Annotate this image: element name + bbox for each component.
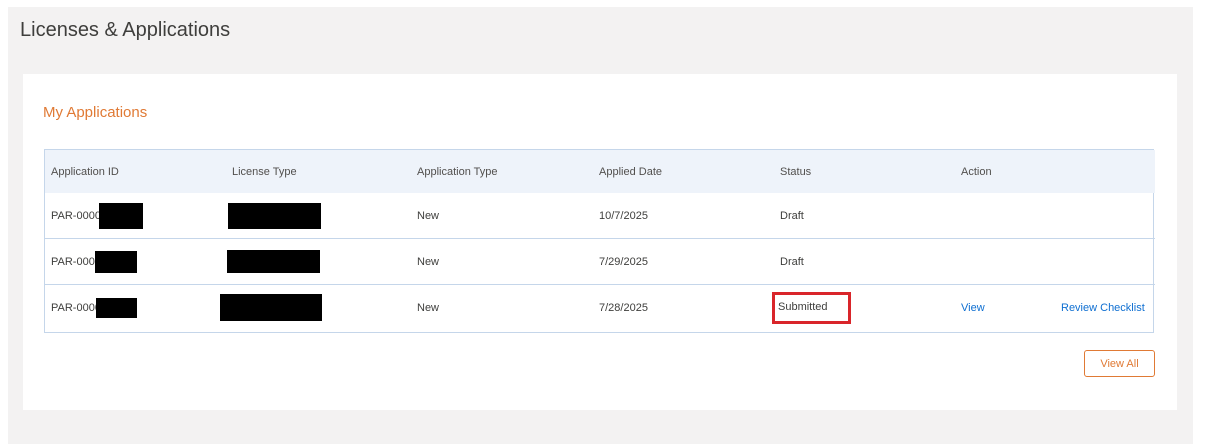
view-all-button[interactable]: View All	[1084, 350, 1155, 377]
application-type-cell: New	[411, 238, 593, 285]
review-checklist-link[interactable]: Review Checklist	[1061, 302, 1145, 314]
status-label: Submitted	[778, 300, 828, 313]
my-applications-card: My Applications Application ID License T…	[23, 74, 1177, 410]
table-row: PAR-0000 New 7/29/2025 Draft	[45, 238, 1156, 285]
status-cell: Draft	[774, 193, 955, 239]
status-cell: Submitted	[772, 285, 955, 331]
status-highlight-box: Submitted	[772, 291, 851, 324]
application-id-prefix: PAR-0000	[51, 301, 101, 314]
table-header-row: Application ID License Type Application …	[45, 150, 1156, 193]
applied-date-cell: 7/29/2025	[593, 238, 774, 285]
column-header-action[interactable]: Action	[955, 150, 1156, 193]
card-title: My Applications	[43, 104, 148, 121]
page-container: Licenses & Applications My Applications …	[8, 7, 1193, 444]
column-header-application-type[interactable]: Application Type	[411, 150, 593, 193]
redacted-license-type-block	[228, 202, 321, 229]
status-cell: Draft	[774, 238, 955, 285]
view-action-cell	[955, 193, 1055, 239]
redacted-id-block	[95, 297, 137, 318]
application-id-cell: PAR-0000	[45, 285, 226, 331]
application-type-cell: New	[417, 301, 440, 314]
column-header-application-id[interactable]: Application ID	[45, 150, 226, 193]
redacted-license-type-block	[227, 250, 320, 273]
view-action-cell	[955, 238, 1055, 285]
applications-table: Application ID License Type Application …	[44, 149, 1156, 333]
column-header-applied-date[interactable]: Applied Date	[593, 150, 774, 193]
column-header-license-type[interactable]: License Type	[226, 150, 411, 193]
view-action-cell: View	[955, 285, 1055, 331]
page-title: Licenses & Applications	[20, 19, 231, 41]
applied-date-cell: 10/7/2025	[593, 193, 774, 239]
application-id-cell: PAR-0000	[45, 193, 226, 239]
application-type-cell: New	[411, 193, 593, 239]
checklist-action-cell	[1055, 238, 1156, 285]
redacted-id-block	[98, 202, 143, 229]
redacted-license-type-block	[220, 294, 322, 321]
redacted-id-block	[94, 250, 137, 273]
application-id-prefix: PAR-0000	[51, 255, 101, 268]
table-row: PAR-0000 New 7/28/2025 Submitted View Re…	[45, 285, 1155, 331]
checklist-action-cell: Review Checklist	[1055, 285, 1155, 331]
license-type-cell	[226, 238, 411, 285]
license-type-cell	[226, 193, 411, 239]
checklist-action-cell	[1055, 193, 1156, 239]
application-id-prefix: PAR-0000	[51, 209, 101, 222]
table-row: PAR-0000 New 10/7/2025 Draft	[45, 193, 1156, 239]
application-id-cell: PAR-0000	[45, 238, 226, 285]
view-link[interactable]: View	[961, 302, 985, 314]
column-header-status[interactable]: Status	[774, 150, 955, 193]
license-type-cell	[220, 285, 411, 331]
applied-date-cell: 7/28/2025	[599, 301, 648, 314]
